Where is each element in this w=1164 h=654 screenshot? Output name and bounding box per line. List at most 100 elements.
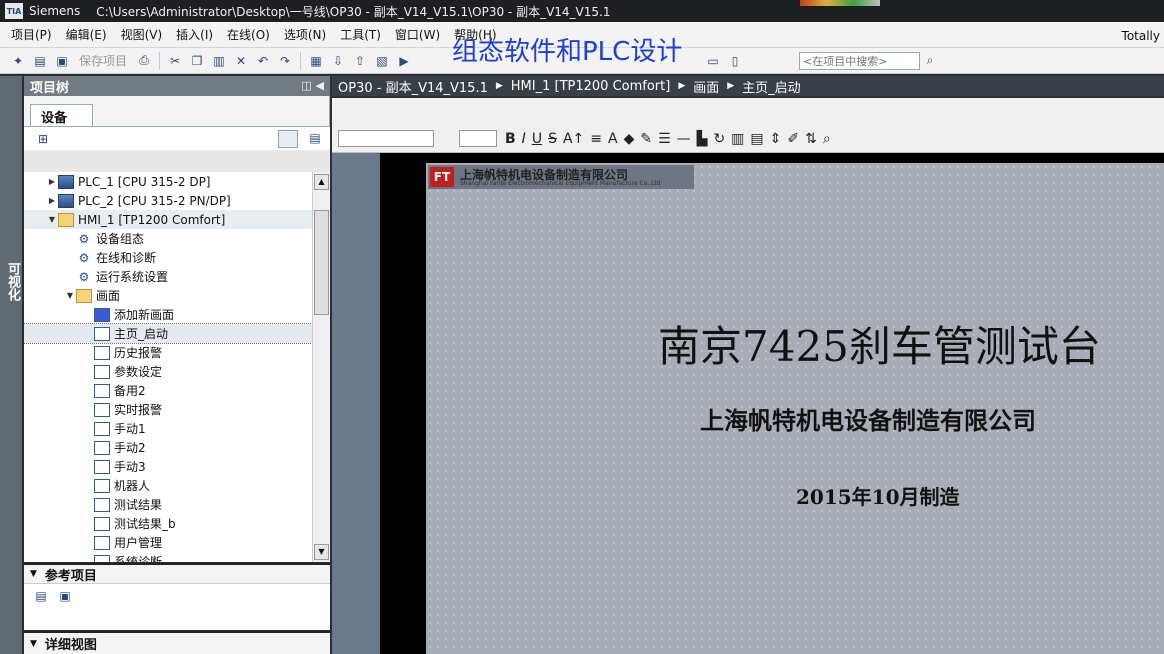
menu-insert[interactable]: 插入(I) xyxy=(169,26,220,43)
tree-item[interactable]: ⚙ 在线和诊断 xyxy=(24,248,312,267)
underline-icon[interactable]: U xyxy=(532,131,542,147)
search-go-icon[interactable]: ⌕ xyxy=(922,53,938,69)
tree-item[interactable]: 历史报警 xyxy=(24,343,312,362)
line-color-icon[interactable]: ✎ xyxy=(640,131,652,147)
project-search-input[interactable] xyxy=(799,52,920,70)
upload-icon[interactable]: ⇧ xyxy=(352,53,368,69)
split-vertical-icon[interactable]: ▯ xyxy=(727,53,743,69)
tree-item[interactable]: 系统诊断 xyxy=(24,552,312,562)
align-bottom-icon[interactable]: ▥ xyxy=(731,131,744,147)
tree-item[interactable]: 机器人 xyxy=(24,476,312,495)
format-painter-icon[interactable]: ✐ xyxy=(787,131,799,147)
rotate-icon[interactable]: ↻ xyxy=(713,131,725,147)
line-style-icon[interactable]: — xyxy=(677,131,691,147)
hmi-main-title[interactable]: 南京7425刹车管测试台 xyxy=(658,313,1101,374)
tree-item[interactable]: 参数设定 xyxy=(24,362,312,381)
expand-toggle-icon[interactable]: ▶ xyxy=(46,177,58,186)
fill-color-icon[interactable]: ◆ xyxy=(624,131,635,147)
open-reference-icon[interactable]: ▤ xyxy=(33,588,49,604)
add-device-icon[interactable]: ⊞ xyxy=(35,131,51,147)
bold-icon[interactable]: B xyxy=(505,131,516,147)
close-reference-icon[interactable]: ▣ xyxy=(57,588,73,604)
tree-item[interactable]: ⚙ 运行系统设置 xyxy=(24,267,312,286)
list-view-icon[interactable] xyxy=(278,130,298,148)
tree-item[interactable]: 手动2 xyxy=(24,438,312,457)
spacing-icon[interactable]: ⇕ xyxy=(770,131,782,147)
font-size-up-icon[interactable]: A↑ xyxy=(563,131,584,147)
expand-toggle-icon[interactable]: ▼ xyxy=(46,215,58,224)
paste-icon[interactable]: ▥ xyxy=(211,53,227,69)
hmi-company-name[interactable]: 上海帆特机电设备制造有限公司 xyxy=(700,401,1036,436)
open-project-icon[interactable]: ▤ xyxy=(32,53,48,69)
expand-toggle-icon[interactable]: ▼ xyxy=(64,291,76,300)
compile-icon[interactable]: ▦ xyxy=(308,53,324,69)
download-icon[interactable]: ⇩ xyxy=(330,53,346,69)
tree-scrollbar[interactable]: ▲ ▼ xyxy=(312,172,330,562)
visualization-side-tab[interactable]: 可视化 xyxy=(0,76,22,654)
hmi-manufacture-date[interactable]: 2015年10月制造 xyxy=(796,481,960,510)
menu-online[interactable]: 在线(O) xyxy=(220,26,277,43)
tree-item[interactable]: ▶ PLC_1 [CPU 315-2 DP] xyxy=(24,172,312,191)
menu-window[interactable]: 窗口(W) xyxy=(388,26,447,43)
menu-tools[interactable]: 工具(T) xyxy=(333,26,388,43)
save-icon[interactable]: ▣ xyxy=(54,53,70,69)
breadcrumb-device[interactable]: HMI_1 [TP1200 Comfort] xyxy=(511,79,671,94)
strikethrough-icon[interactable]: S xyxy=(548,131,557,147)
go-online-icon[interactable]: ▶ xyxy=(396,53,412,69)
tree-item[interactable]: ▼ 画面 xyxy=(24,286,312,305)
zoom-icon[interactable]: ⌕ xyxy=(823,131,831,147)
arrange-icon[interactable]: ▙ xyxy=(697,131,708,147)
tree-item[interactable]: 主页_启动 xyxy=(24,323,312,344)
redo-icon[interactable]: ↷ xyxy=(277,53,293,69)
save-project-button[interactable]: 保存项目 xyxy=(79,52,127,69)
tree-item[interactable]: 测试结果_b xyxy=(24,514,312,533)
tree-item[interactable]: ⚙ 设备组态 xyxy=(24,229,312,248)
cut-icon[interactable]: ✂ xyxy=(167,53,183,69)
tree-item-label: 运行系统设置 xyxy=(96,270,169,284)
delete-icon[interactable]: ✕ xyxy=(233,53,249,69)
print-icon[interactable]: ⎙ xyxy=(136,53,152,69)
collapse-panel-icon[interactable]: ◫ ◀ xyxy=(301,79,324,92)
tree-item[interactable]: 实时报警 xyxy=(24,400,312,419)
italic-icon[interactable]: I xyxy=(522,131,526,147)
new-project-icon[interactable]: ✦ xyxy=(10,53,26,69)
align-icon[interactable]: ≡ xyxy=(590,131,602,147)
font-size-select[interactable] xyxy=(459,130,497,147)
collapse-caret-icon[interactable]: ▼ xyxy=(30,569,37,579)
tree-item[interactable]: 测试结果 xyxy=(24,495,312,514)
simulate-icon[interactable]: ▧ xyxy=(374,53,390,69)
tree-item[interactable]: 手动3 xyxy=(24,457,312,476)
breadcrumb-project[interactable]: OP30 - 副本_V14_V15.1 xyxy=(338,77,488,96)
scroll-thumb[interactable] xyxy=(314,210,329,315)
font-color-icon[interactable]: A xyxy=(608,131,618,147)
tree-item[interactable]: 用户管理 xyxy=(24,533,312,552)
overview-icon[interactable]: ▤ xyxy=(307,130,323,146)
tree-item[interactable]: 备用2 xyxy=(24,381,312,400)
copy-icon[interactable]: ❐ xyxy=(189,53,205,69)
tab-devices[interactable]: 设备 xyxy=(30,104,93,126)
line-width-icon[interactable]: ☰ xyxy=(658,131,671,147)
tree-item[interactable]: 手动1 xyxy=(24,419,312,438)
split-horizontal-icon[interactable]: ▭ xyxy=(705,53,721,69)
expand-toggle-icon[interactable]: ▶ xyxy=(46,196,58,205)
font-family-select[interactable] xyxy=(338,130,434,147)
tree-item[interactable]: ▼ HMI_1 [TP1200 Comfort] xyxy=(24,210,312,229)
detail-view-header[interactable]: ▼ 详细视图 xyxy=(24,631,330,654)
undo-icon[interactable]: ↶ xyxy=(255,53,271,69)
sort-icon[interactable]: ⇅ xyxy=(805,131,817,147)
menu-edit[interactable]: 编辑(E) xyxy=(59,26,114,43)
reference-projects-header[interactable]: ▼ 参考项目 xyxy=(24,563,330,584)
breadcrumb-screens[interactable]: 画面 xyxy=(693,77,719,96)
tree-item[interactable]: 添加新画面 xyxy=(24,305,312,324)
hmi-screen[interactable]: FT 上海帆特机电设备制造有限公司 Shanghai Fante Electro… xyxy=(426,163,1164,654)
menu-project[interactable]: 项目(P) xyxy=(4,26,59,43)
expand-caret-icon[interactable]: ▼ xyxy=(30,639,37,649)
company-banner[interactable]: FT 上海帆特机电设备制造有限公司 Shanghai Fante Electro… xyxy=(428,165,694,189)
breadcrumb-current-screen[interactable]: 主页_启动 xyxy=(742,77,801,96)
menu-view[interactable]: 视图(V) xyxy=(114,26,170,43)
tree-item[interactable]: ▶ PLC_2 [CPU 315-2 PN/DP] xyxy=(24,191,312,210)
scroll-down-icon[interactable]: ▼ xyxy=(314,544,329,560)
scroll-up-icon[interactable]: ▲ xyxy=(314,174,329,190)
menu-options[interactable]: 选项(N) xyxy=(277,26,333,43)
distribute-icon[interactable]: ▤ xyxy=(750,131,763,147)
